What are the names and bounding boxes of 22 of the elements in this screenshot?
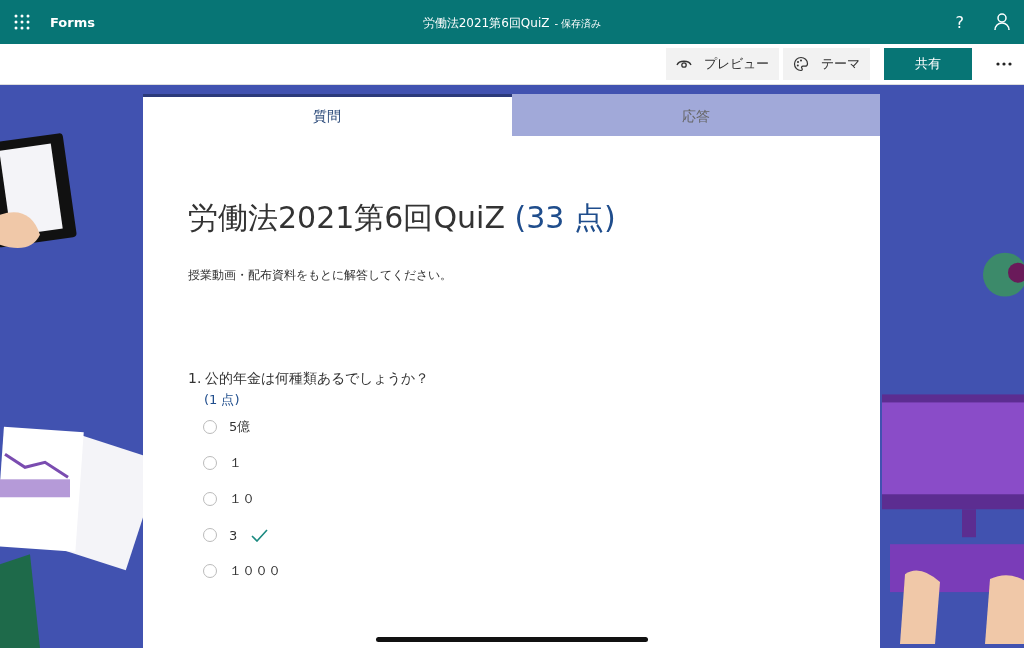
option-label: １ (229, 454, 242, 472)
option-label: １０００ (229, 562, 281, 580)
eye-icon (676, 58, 692, 70)
user-icon[interactable] (994, 13, 1010, 31)
save-status: - 保存済み (554, 18, 602, 29)
help-button[interactable]: ? (955, 12, 964, 32)
option-label: １０ (229, 490, 255, 508)
more-icon[interactable] (996, 62, 1012, 66)
option-label: 5億 (229, 418, 251, 436)
form-description: 授業動画・配布資料をもとに解答してください。 (188, 267, 453, 284)
theme-button[interactable]: テーマ (783, 48, 870, 80)
app-launcher-icon[interactable] (14, 14, 30, 30)
question-text: 公的年金は何種類あるでしょうか？ (205, 370, 430, 388)
option-label: 3 (229, 527, 238, 543)
share-button[interactable]: 共有 (884, 48, 972, 80)
app-name[interactable]: Forms (50, 14, 95, 30)
question-number: 1. (188, 370, 202, 388)
form-title: 労働法2021第6回QuiZ (422, 16, 550, 30)
question-points: (1 点) (204, 391, 240, 409)
palette-icon (793, 56, 809, 72)
quiz-title: 労働法2021第6回QuiZ (33 点) (188, 199, 617, 237)
preview-button[interactable]: プレビュー (666, 48, 779, 80)
